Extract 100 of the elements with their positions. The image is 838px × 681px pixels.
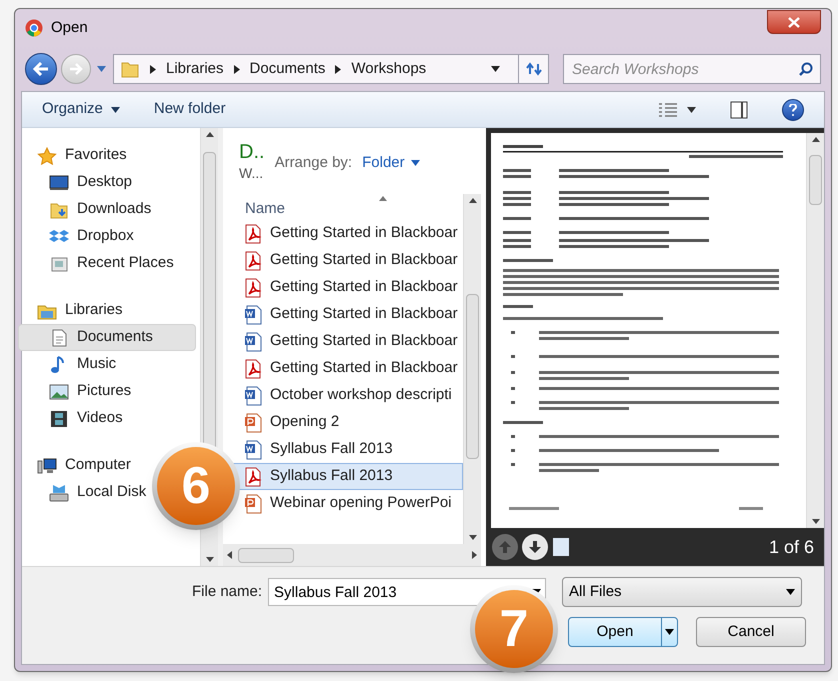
star-icon xyxy=(37,146,57,164)
folder-icon xyxy=(120,60,140,78)
file-item[interactable]: Getting Started in Blackboar xyxy=(223,274,463,301)
page-counter: 1 of 6 xyxy=(768,536,815,558)
pdf-file-icon xyxy=(244,224,262,244)
organize-menu[interactable]: Organize xyxy=(42,98,120,121)
scroll-right-arrow-icon[interactable] xyxy=(472,551,477,559)
file-item[interactable]: Getting Started in Blackboar xyxy=(223,220,463,247)
page-icon xyxy=(552,537,570,557)
open-button[interactable]: Open xyxy=(568,617,678,647)
file-item[interactable]: Getting Started in Blackboar xyxy=(223,301,463,328)
scrollbar[interactable] xyxy=(463,194,481,544)
scroll-thumb[interactable] xyxy=(238,548,294,562)
file-item[interactable]: Getting Started in Blackboar xyxy=(223,328,463,355)
search-icon[interactable] xyxy=(799,62,813,76)
scroll-left-arrow-icon[interactable] xyxy=(227,551,232,559)
file-type-dropdown[interactable]: All Files xyxy=(562,577,802,607)
arrange-label: Arrange by: xyxy=(274,153,352,173)
scroll-up-arrow-icon[interactable] xyxy=(206,132,214,137)
navigation-item[interactable]: Pictures xyxy=(18,378,196,405)
word-file-icon xyxy=(244,386,262,406)
next-page-button[interactable] xyxy=(522,534,548,560)
navigation-item[interactable]: Desktop xyxy=(18,169,196,196)
scroll-down-arrow-icon[interactable] xyxy=(206,557,214,562)
help-button[interactable] xyxy=(782,98,804,120)
caret-icon xyxy=(687,106,696,112)
horizontal-scrollbar[interactable] xyxy=(223,544,481,566)
powerpoint-file-icon xyxy=(244,494,262,514)
caret-icon xyxy=(665,629,674,635)
pdf-file-icon xyxy=(244,358,262,378)
chevron-icon xyxy=(150,64,156,74)
caret-icon xyxy=(491,66,500,72)
scrollbar[interactable] xyxy=(806,133,824,528)
picture-icon xyxy=(49,382,69,400)
caret-icon xyxy=(110,106,120,112)
breadcrumb-item[interactable]: Workshops xyxy=(351,58,426,80)
library-title: D.. xyxy=(239,140,265,165)
chevron-icon xyxy=(335,64,342,74)
list-view-icon xyxy=(659,102,677,116)
caret-icon xyxy=(786,589,796,595)
arrange-dropdown[interactable]: Folder xyxy=(362,152,420,174)
navigation-item[interactable]: Recent Places xyxy=(18,250,196,277)
file-item[interactable]: October workshop descripti xyxy=(223,382,463,409)
navigation-item[interactable]: Dropbox xyxy=(18,223,196,250)
pdf-file-icon xyxy=(244,250,262,270)
scroll-up-arrow-icon[interactable] xyxy=(812,137,820,142)
navigation-item[interactable]: Music xyxy=(18,351,196,378)
scroll-thumb[interactable] xyxy=(809,155,822,205)
navigation-group[interactable]: Libraries xyxy=(18,297,196,324)
navigation-group[interactable]: Favorites xyxy=(18,142,196,169)
file-name-label: File name: xyxy=(192,582,262,602)
sort-arrow-icon xyxy=(379,196,387,201)
recent-places-icon xyxy=(49,254,69,272)
caret-icon xyxy=(96,66,106,72)
pdf-file-icon xyxy=(244,466,262,486)
scroll-thumb[interactable] xyxy=(466,294,479,459)
window-title: Open xyxy=(51,18,88,38)
powerpoint-file-icon xyxy=(244,412,262,432)
word-file-icon xyxy=(244,332,262,352)
word-file-icon xyxy=(244,440,262,460)
search-field[interactable]: Search Workshops xyxy=(563,54,821,84)
pdf-file-icon xyxy=(244,278,262,298)
navigation-item[interactable]: Documents xyxy=(18,324,196,351)
scroll-down-arrow-icon[interactable] xyxy=(812,519,820,524)
pane-icon xyxy=(730,100,748,118)
preview-pane-button[interactable] xyxy=(730,100,748,118)
navigation-item[interactable]: Downloads xyxy=(18,196,196,223)
close-button[interactable] xyxy=(767,10,821,34)
help-icon xyxy=(789,104,797,116)
down-arrow-icon xyxy=(529,541,541,553)
breadcrumb-item[interactable]: Libraries xyxy=(166,58,224,80)
refresh-icon xyxy=(524,62,542,76)
cancel-button[interactable]: Cancel xyxy=(696,617,806,647)
forward-arrow-icon xyxy=(69,63,83,75)
file-item[interactable]: Getting Started in Blackboar xyxy=(223,247,463,274)
breadcrumb-item[interactable]: Documents xyxy=(250,58,326,80)
chevron-icon xyxy=(234,64,240,74)
film-strip-icon xyxy=(49,410,69,428)
address-bar[interactable]: Libraries Documents Workshops xyxy=(113,54,549,84)
app-logo-icon xyxy=(25,19,43,37)
up-arrow-icon xyxy=(499,541,511,553)
folder-icon xyxy=(49,200,69,218)
caret-icon xyxy=(410,160,420,166)
back-arrow-icon xyxy=(33,62,49,76)
scroll-down-arrow-icon[interactable] xyxy=(468,535,476,540)
file-item[interactable]: Opening 2 xyxy=(223,409,463,436)
scroll-up-arrow-icon[interactable] xyxy=(468,198,476,203)
navigation-item[interactable]: Videos xyxy=(18,405,196,432)
close-icon xyxy=(788,16,800,28)
file-item[interactable]: Getting Started in Blackboar xyxy=(223,355,463,382)
monitor-icon xyxy=(49,174,69,192)
name-column-header[interactable]: Name xyxy=(223,194,463,220)
back-button[interactable] xyxy=(25,53,57,85)
view-options-button[interactable] xyxy=(659,102,696,116)
drive-icon xyxy=(49,484,69,502)
folder-subtitle: W... xyxy=(239,165,264,182)
word-file-icon xyxy=(244,304,262,324)
history-dropdown[interactable] xyxy=(95,66,107,72)
new-folder-button[interactable]: New folder xyxy=(154,98,226,121)
computer-icon xyxy=(37,456,57,474)
